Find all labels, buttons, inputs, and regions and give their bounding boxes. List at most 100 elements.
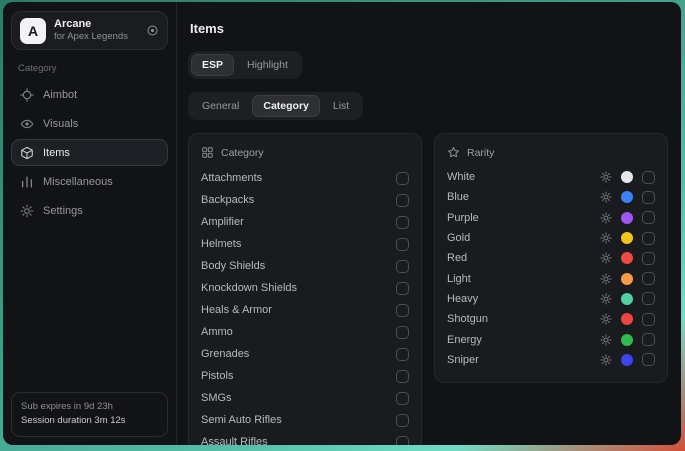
category-row-body-shields: Body Shields bbox=[201, 255, 409, 277]
mode-option-highlight[interactable]: Highlight bbox=[236, 54, 299, 76]
checkbox[interactable] bbox=[396, 238, 409, 251]
checkbox[interactable] bbox=[642, 171, 655, 184]
color-swatch[interactable] bbox=[621, 273, 633, 285]
rarity-panel-title: Rarity bbox=[467, 147, 494, 159]
color-swatch[interactable] bbox=[621, 232, 633, 244]
tab-general[interactable]: General bbox=[191, 95, 250, 117]
category-row-ammo: Ammo bbox=[201, 321, 409, 343]
checkbox[interactable] bbox=[396, 194, 409, 207]
category-label: Grenades bbox=[201, 348, 249, 360]
checkbox[interactable] bbox=[642, 313, 655, 326]
category-row-smgs: SMGs bbox=[201, 387, 409, 409]
category-row-knockdown-shields: Knockdown Shields bbox=[201, 277, 409, 299]
color-swatch[interactable] bbox=[621, 354, 633, 366]
checkbox[interactable] bbox=[396, 172, 409, 185]
esp-highlight-toggle: ESPHighlight bbox=[188, 51, 302, 79]
gear-icon[interactable] bbox=[600, 171, 612, 183]
gear-icon[interactable] bbox=[600, 293, 612, 305]
app-window: A Arcane for Apex Legends Category Aimbo… bbox=[3, 2, 681, 445]
category-row-heals-armor: Heals & Armor bbox=[201, 299, 409, 321]
checkbox[interactable] bbox=[396, 414, 409, 427]
sidebar-item-visuals[interactable]: Visuals bbox=[11, 110, 168, 137]
gear-icon[interactable] bbox=[600, 191, 612, 203]
category-row-grenades: Grenades bbox=[201, 343, 409, 365]
gear-icon[interactable] bbox=[600, 313, 612, 325]
checkbox[interactable] bbox=[642, 292, 655, 305]
rarity-label: Red bbox=[447, 252, 467, 264]
rarity-row-gold: Gold bbox=[447, 228, 655, 248]
rarity-label: Light bbox=[447, 273, 471, 285]
category-row-pistols: Pistols bbox=[201, 365, 409, 387]
brand-subtitle: for Apex Legends bbox=[54, 31, 128, 43]
color-swatch[interactable] bbox=[621, 293, 633, 305]
panels-row: Category Attachments Backpacks Amplifier… bbox=[188, 133, 668, 445]
checkbox[interactable] bbox=[642, 232, 655, 245]
brand-title: Arcane bbox=[54, 18, 128, 32]
brand-card: A Arcane for Apex Legends bbox=[11, 11, 168, 50]
category-label: Assault Rifles bbox=[201, 436, 268, 445]
gear-icon[interactable] bbox=[600, 334, 612, 346]
checkbox[interactable] bbox=[642, 272, 655, 285]
color-swatch[interactable] bbox=[621, 334, 633, 346]
star-icon bbox=[447, 146, 460, 159]
mode-option-esp[interactable]: ESP bbox=[191, 54, 234, 76]
page-title: Items bbox=[190, 21, 668, 36]
target-icon[interactable] bbox=[146, 24, 159, 37]
session-info-box: Sub expires in 9d 23h Session duration 3… bbox=[11, 392, 168, 437]
sidebar-item-miscellaneous[interactable]: Miscellaneous bbox=[11, 168, 168, 195]
rarity-row-energy: Energy bbox=[447, 329, 655, 349]
tab-category[interactable]: Category bbox=[252, 95, 320, 117]
gear-icon[interactable] bbox=[600, 354, 612, 366]
sidebar: A Arcane for Apex Legends Category Aimbo… bbox=[3, 2, 177, 445]
color-swatch[interactable] bbox=[621, 252, 633, 264]
color-swatch[interactable] bbox=[621, 191, 633, 203]
rarity-label: Energy bbox=[447, 334, 482, 346]
sidebar-section-label: Category bbox=[18, 63, 161, 74]
color-swatch[interactable] bbox=[621, 212, 633, 224]
color-swatch[interactable] bbox=[621, 171, 633, 183]
category-label: Semi Auto Rifles bbox=[201, 414, 282, 426]
category-row-assault-rifles: Assault Rifles bbox=[201, 431, 409, 445]
checkbox[interactable] bbox=[642, 191, 655, 204]
checkbox[interactable] bbox=[396, 370, 409, 383]
checkbox[interactable] bbox=[396, 392, 409, 405]
checkbox[interactable] bbox=[396, 216, 409, 229]
rarity-label: Gold bbox=[447, 232, 470, 244]
checkbox[interactable] bbox=[396, 304, 409, 317]
checkbox[interactable] bbox=[396, 348, 409, 361]
eye-icon bbox=[20, 117, 34, 131]
sidebar-item-items[interactable]: Items bbox=[11, 139, 168, 166]
rarity-row-sniper: Sniper bbox=[447, 350, 655, 370]
category-panel-title: Category bbox=[221, 147, 264, 159]
rarity-label: Purple bbox=[447, 212, 479, 224]
session-duration-text: Session duration 3m 12s bbox=[21, 414, 158, 429]
checkbox[interactable] bbox=[642, 252, 655, 265]
category-row-semi-auto-rifles: Semi Auto Rifles bbox=[201, 409, 409, 431]
rarity-row-white: White bbox=[447, 167, 655, 187]
color-swatch[interactable] bbox=[621, 313, 633, 325]
gear-icon[interactable] bbox=[600, 252, 612, 264]
checkbox[interactable] bbox=[396, 282, 409, 295]
gear-icon[interactable] bbox=[600, 273, 612, 285]
sidebar-item-settings[interactable]: Settings bbox=[11, 197, 168, 224]
checkbox[interactable] bbox=[396, 260, 409, 273]
rarity-row-light: Light bbox=[447, 268, 655, 288]
checkbox[interactable] bbox=[642, 333, 655, 346]
category-label: Knockdown Shields bbox=[201, 282, 297, 294]
sub-expires-text: Sub expires in 9d 23h bbox=[21, 400, 158, 415]
chart-icon bbox=[20, 175, 34, 189]
category-row-amplifier: Amplifier bbox=[201, 211, 409, 233]
category-row-attachments: Attachments bbox=[201, 167, 409, 189]
sidebar-item-aimbot[interactable]: Aimbot bbox=[11, 81, 168, 108]
category-label: Amplifier bbox=[201, 216, 244, 228]
category-row-backpacks: Backpacks bbox=[201, 189, 409, 211]
checkbox[interactable] bbox=[642, 353, 655, 366]
gear-icon[interactable] bbox=[600, 232, 612, 244]
checkbox[interactable] bbox=[396, 436, 409, 446]
rarity-panel: Rarity White Blue Purple Gold bbox=[434, 133, 668, 383]
tab-list[interactable]: List bbox=[322, 95, 360, 117]
crosshair-icon bbox=[20, 88, 34, 102]
checkbox[interactable] bbox=[642, 211, 655, 224]
gear-icon[interactable] bbox=[600, 212, 612, 224]
checkbox[interactable] bbox=[396, 326, 409, 339]
